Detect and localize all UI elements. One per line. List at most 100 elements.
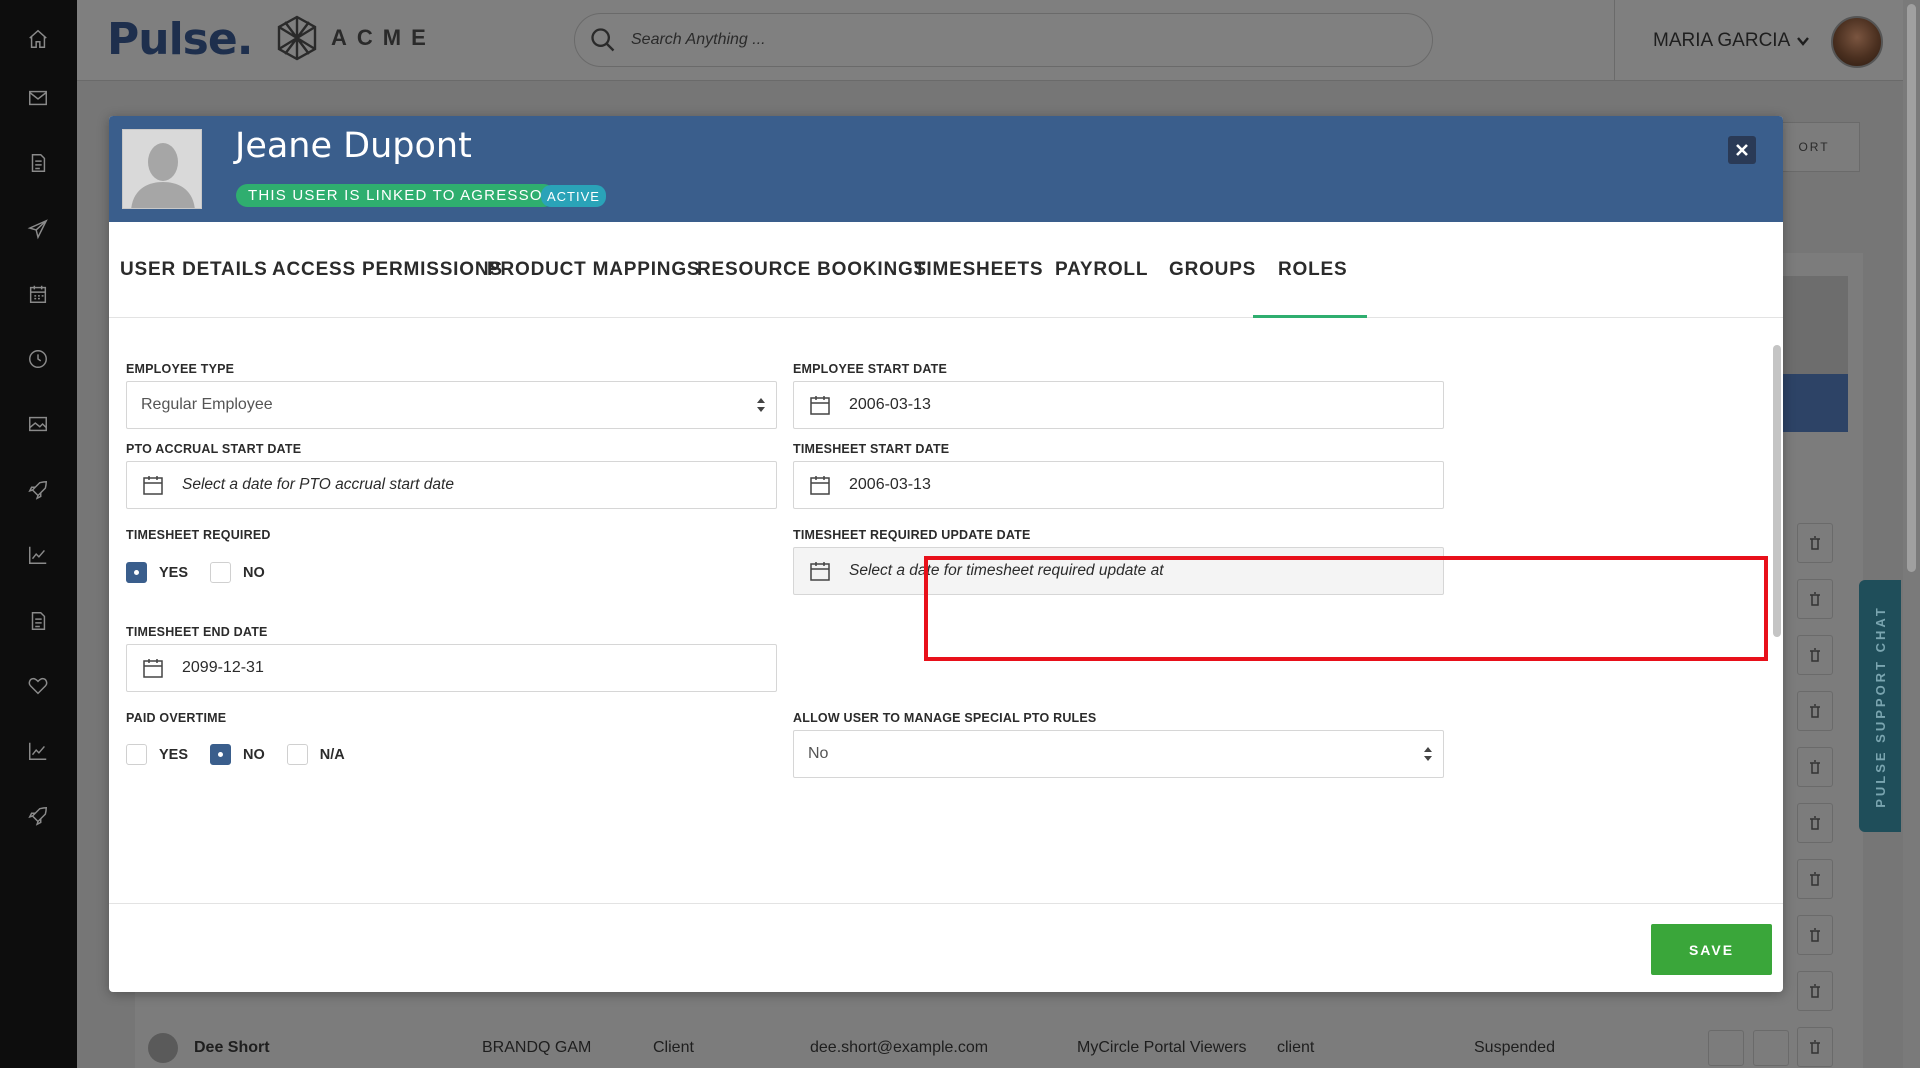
paid-overtime-na-checkbox[interactable]: [286, 744, 308, 765]
left-nav: [0, 0, 77, 1068]
tab-timesheets[interactable]: TIMESHEETS: [914, 222, 1043, 318]
trash-icon[interactable]: [1797, 635, 1833, 675]
trash-icon[interactable]: [1797, 1027, 1833, 1067]
employee-start-date-value: 2006-03-13: [849, 396, 931, 413]
employee-type-label: EMPLOYEE TYPE: [126, 362, 235, 376]
user-name: MARIA GARCIA: [1653, 30, 1791, 51]
document-icon[interactable]: [24, 149, 52, 177]
user-silhouette-icon: [123, 130, 201, 208]
edit-button[interactable]: [1708, 1030, 1744, 1066]
send-icon[interactable]: [24, 215, 52, 243]
image-icon[interactable]: [24, 410, 52, 438]
row-company: BRANDQ GAM: [482, 1039, 592, 1056]
support-chat-label[interactable]: PULSE SUPPORT CHAT: [1859, 580, 1901, 832]
timesheet-required-options: YES NO: [126, 562, 287, 583]
status-badge: ACTIVE: [541, 185, 606, 207]
allow-special-pto-select[interactable]: No: [793, 730, 1444, 778]
row-group: MyCircle Portal Viewers: [1077, 1039, 1247, 1056]
pto-accrual-start-date-placeholder: Select a date for PTO accrual start date: [182, 476, 454, 493]
highlight-box: [924, 556, 1768, 661]
tab-user-details[interactable]: USER DETAILS: [120, 222, 268, 318]
timesheet-required-no-checkbox[interactable]: [210, 562, 232, 583]
launch-icon[interactable]: [24, 802, 52, 830]
form-scrollbar-thumb[interactable]: [1773, 345, 1781, 637]
tab-payroll[interactable]: PAYROLL: [1055, 222, 1148, 318]
paid-overtime-yes-checkbox[interactable]: [126, 744, 147, 765]
row-role: client: [1277, 1039, 1315, 1056]
tab-product-mappings[interactable]: PRODUCT MAPPINGS: [487, 222, 700, 318]
calendar-icon: [809, 394, 831, 416]
option-label: NO: [243, 746, 265, 763]
save-button[interactable]: SAVE: [1651, 924, 1772, 975]
chevron-down-icon: [1797, 37, 1810, 46]
avatar[interactable]: [1831, 16, 1883, 68]
tab-groups[interactable]: GROUPS: [1169, 222, 1256, 318]
paid-overtime-no-checkbox[interactable]: [210, 744, 232, 765]
tab-access-permissions[interactable]: ACCESS PERMISSIONS: [272, 222, 503, 318]
avatar: [122, 129, 202, 209]
row-email: dee.short@example.com: [810, 1039, 989, 1056]
page-scrollbar[interactable]: [1903, 0, 1920, 1068]
timesheet-end-date-field[interactable]: 2099-12-31: [126, 644, 777, 692]
modal-user-name: Jeane Dupont: [235, 126, 472, 166]
timesheet-start-date-label: TIMESHEET START DATE: [793, 442, 950, 456]
option-label: YES: [159, 564, 189, 581]
user-menu[interactable]: MARIA GARCIA: [1653, 30, 1810, 52]
search-box[interactable]: [574, 13, 1433, 67]
calendar-icon[interactable]: [24, 280, 52, 308]
modal-tabs: USER DETAILS ACCESS PERMISSIONS PRODUCT …: [109, 222, 1783, 318]
tab-resource-bookings[interactable]: RESOURCE BOOKINGS: [697, 222, 927, 318]
employee-start-date-field[interactable]: 2006-03-13: [793, 381, 1444, 429]
pulse-logo[interactable]: Pulse.: [107, 14, 253, 65]
row-status: Suspended: [1474, 1039, 1555, 1056]
acme-globe-icon: [277, 15, 317, 61]
modal-footer: SAVE: [109, 903, 1783, 992]
search-icon: [591, 28, 615, 52]
pto-accrual-start-date-label: PTO ACCRUAL START DATE: [126, 442, 302, 456]
mail-icon[interactable]: [24, 84, 52, 112]
home-icon[interactable]: [24, 25, 52, 53]
timesheet-end-date-label: TIMESHEET END DATE: [126, 625, 268, 639]
clock-icon[interactable]: [24, 345, 52, 373]
row-name[interactable]: Dee Short: [194, 1039, 270, 1057]
pto-accrual-start-date-field[interactable]: Select a date for PTO accrual start date: [126, 461, 777, 509]
trash-icon[interactable]: [1797, 971, 1833, 1011]
page-scrollbar-thumb[interactable]: [1907, 4, 1916, 572]
acme-logo: ACME: [275, 14, 436, 62]
analytics-icon[interactable]: [24, 737, 52, 765]
timesheet-start-date-value: 2006-03-13: [849, 476, 931, 493]
trash-icon[interactable]: [1797, 915, 1833, 955]
timesheet-start-date-field[interactable]: 2006-03-13: [793, 461, 1444, 509]
chart-icon[interactable]: [24, 541, 52, 569]
select-arrows-icon: [756, 396, 766, 414]
close-button[interactable]: [1728, 136, 1756, 164]
report-icon[interactable]: [24, 607, 52, 635]
timesheet-required-label: TIMESHEET REQUIRED: [126, 528, 271, 542]
trash-icon[interactable]: [1797, 691, 1833, 731]
trash-icon[interactable]: [1797, 579, 1833, 619]
trash-icon[interactable]: [1797, 803, 1833, 843]
history-button[interactable]: [1753, 1030, 1789, 1066]
calendar-icon: [142, 474, 164, 496]
calendar-icon: [809, 560, 831, 582]
user-modal: Jeane Dupont THIS USER IS LINKED TO AGRE…: [109, 116, 1783, 992]
allow-special-pto-label: ALLOW USER TO MANAGE SPECIAL PTO RULES: [793, 711, 1097, 725]
trash-icon[interactable]: [1797, 859, 1833, 899]
trash-icon[interactable]: [1797, 747, 1833, 787]
rocket-icon[interactable]: [24, 476, 52, 504]
allow-special-pto-value: No: [808, 745, 829, 762]
acme-brand-text: ACME: [331, 25, 436, 50]
search-input[interactable]: [631, 31, 1391, 49]
timesheet-required-yes-checkbox[interactable]: [126, 562, 147, 583]
row-type: Client: [653, 1039, 694, 1056]
select-arrows-icon: [1423, 745, 1433, 763]
option-label: YES: [159, 746, 189, 763]
form-scrollbar[interactable]: [1771, 343, 1783, 871]
employee-type-select[interactable]: Regular Employee: [126, 381, 777, 429]
heart-icon[interactable]: [24, 672, 52, 700]
tab-roles[interactable]: ROLES: [1278, 222, 1347, 318]
option-label: N/A: [319, 746, 345, 763]
trash-icon[interactable]: [1797, 523, 1833, 563]
modal-header: Jeane Dupont THIS USER IS LINKED TO AGRE…: [109, 116, 1783, 222]
timesheet-required-update-date-label: TIMESHEET REQUIRED UPDATE DATE: [793, 528, 1031, 542]
